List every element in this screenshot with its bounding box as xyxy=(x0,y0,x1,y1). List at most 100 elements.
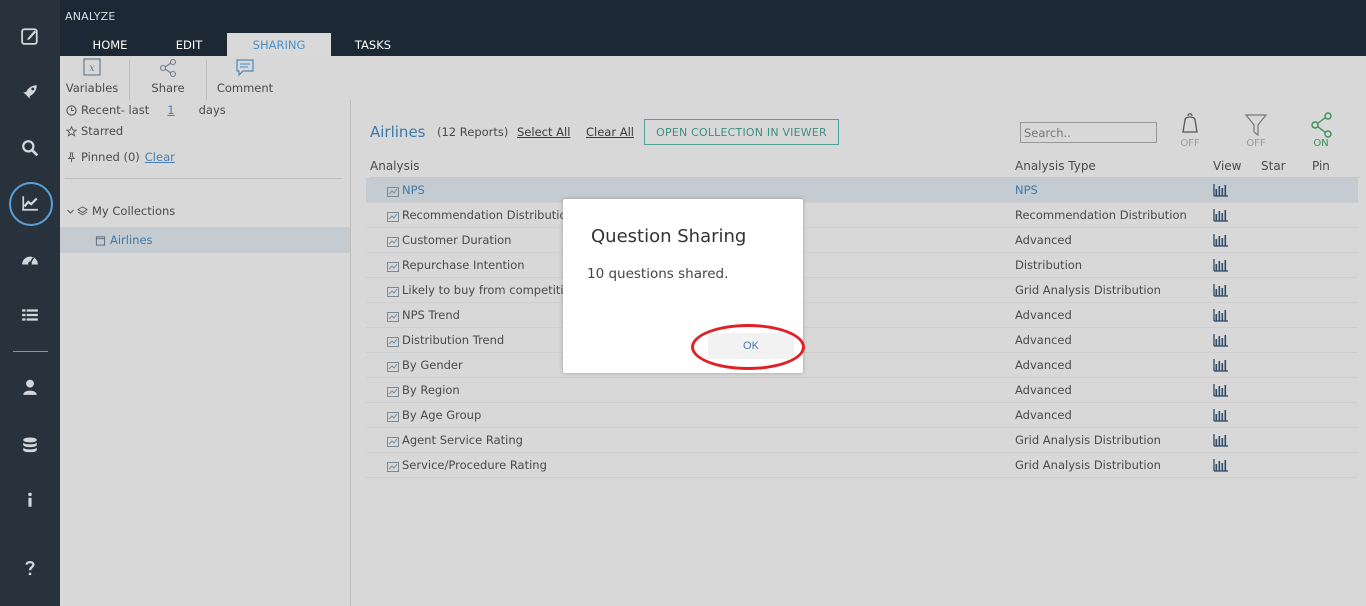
view-chart-icon[interactable] xyxy=(1213,408,1229,422)
view-chart-icon[interactable] xyxy=(1213,208,1229,222)
edit-icon[interactable] xyxy=(0,16,60,56)
bell-state: OFF xyxy=(1180,138,1200,149)
analysis-icon xyxy=(387,386,399,397)
left-nav-rail xyxy=(0,0,60,606)
starred-label: Starred xyxy=(81,124,124,138)
analysis-name[interactable]: Distribution Trend xyxy=(402,333,504,347)
analysis-name[interactable]: Customer Duration xyxy=(402,233,511,247)
recent-filter[interactable]: Recent- last 1 days xyxy=(66,103,226,117)
notifications-toggle[interactable]: OFF xyxy=(1172,112,1208,149)
list-icon[interactable] xyxy=(0,295,60,335)
table-row[interactable]: Recommendation Distributio Recommendation… xyxy=(366,203,1358,228)
clear-all-link[interactable]: Clear All xyxy=(586,125,634,139)
database-icon[interactable] xyxy=(0,425,60,465)
col-pin: Pin xyxy=(1312,159,1330,173)
view-chart-icon[interactable] xyxy=(1213,258,1229,272)
select-all-link[interactable]: Select All xyxy=(517,125,570,139)
layers-icon xyxy=(77,205,88,215)
table-row[interactable]: By Region Advanced xyxy=(366,378,1358,403)
table-row[interactable]: Repurchase Intention Distribution xyxy=(366,253,1358,278)
rocket-icon[interactable] xyxy=(0,72,60,112)
analysis-name[interactable]: NPS Trend xyxy=(402,308,460,322)
comment-button[interactable]: Comment xyxy=(214,56,276,100)
table-row[interactable]: By Age Group Advanced xyxy=(366,403,1358,428)
table-row[interactable]: Customer Duration Advanced xyxy=(366,228,1358,253)
tab-home[interactable]: HOME xyxy=(80,33,140,56)
days-label: days xyxy=(198,103,226,117)
table-header: Analysis Analysis Type View Star Pin xyxy=(370,158,1360,178)
view-chart-icon[interactable] xyxy=(1213,358,1229,372)
table-row[interactable]: NPS NPS xyxy=(366,178,1358,203)
collection-item-airlines[interactable]: Airlines xyxy=(60,227,350,253)
tab-sharing[interactable]: SHARING xyxy=(227,33,331,56)
analyze-chart-icon[interactable] xyxy=(0,182,60,226)
col-analysis-type[interactable]: Analysis Type xyxy=(1015,159,1096,173)
sharing-toggle[interactable]: ON xyxy=(1303,112,1339,149)
col-analysis[interactable]: Analysis xyxy=(370,159,419,173)
pinned-filter[interactable]: Pinned (0) Clear xyxy=(66,150,175,164)
table-row[interactable]: NPS Trend Advanced xyxy=(366,303,1358,328)
analysis-name[interactable]: By Gender xyxy=(402,358,463,372)
variables-button[interactable]: x Variables xyxy=(64,56,120,100)
tab-edit[interactable]: EDIT xyxy=(160,33,218,56)
filter-toggle[interactable]: OFF xyxy=(1238,112,1274,149)
chevron-down-icon xyxy=(67,209,74,214)
help-icon[interactable] xyxy=(0,548,60,588)
share-icon xyxy=(159,58,177,78)
table-row[interactable]: Distribution Trend Advanced xyxy=(366,328,1358,353)
table-row[interactable]: Service/Procedure Rating Grid Analysis Di… xyxy=(366,453,1358,478)
view-chart-icon[interactable] xyxy=(1213,308,1229,322)
analysis-name[interactable]: By Region xyxy=(402,383,460,397)
analysis-icon xyxy=(387,461,399,472)
analysis-name[interactable]: Likely to buy from competiti xyxy=(402,283,564,297)
panel-divider xyxy=(65,178,342,179)
analysis-name[interactable]: By Age Group xyxy=(402,408,481,422)
ribbon-toolbar: x Variables Share Comment xyxy=(60,56,1366,100)
variables-label: Variables xyxy=(65,81,119,95)
star-icon xyxy=(66,125,77,137)
collections-panel: Recent- last 1 days Starred Pinned (0) C… xyxy=(60,100,351,606)
variables-icon: x xyxy=(83,58,101,76)
collection-label: Airlines xyxy=(110,233,153,247)
table-row[interactable]: By Gender Advanced xyxy=(366,353,1358,378)
view-chart-icon[interactable] xyxy=(1213,183,1229,197)
clear-pinned-link[interactable]: Clear xyxy=(145,150,175,164)
analysis-type: Grid Analysis Distribution xyxy=(1015,433,1161,447)
analysis-name[interactable]: Service/Procedure Rating xyxy=(402,458,547,472)
my-collections-label: My Collections xyxy=(92,204,176,218)
view-chart-icon[interactable] xyxy=(1213,458,1229,472)
top-header: ANALYZE HOME EDIT SHARING TASKS xyxy=(60,0,1366,56)
recent-days-input[interactable]: 1 xyxy=(167,103,174,117)
dashboard-icon[interactable] xyxy=(0,240,60,280)
analysis-name[interactable]: Recommendation Distributio xyxy=(402,208,567,222)
analysis-type: NPS xyxy=(1015,183,1038,197)
view-chart-icon[interactable] xyxy=(1213,233,1229,247)
view-chart-icon[interactable] xyxy=(1213,333,1229,347)
filter-state: OFF xyxy=(1246,138,1266,149)
search-icon[interactable] xyxy=(0,128,60,168)
analysis-name[interactable]: NPS xyxy=(402,183,425,197)
user-icon[interactable] xyxy=(0,367,60,407)
info-icon[interactable] xyxy=(0,480,60,520)
view-chart-icon[interactable] xyxy=(1213,433,1229,447)
recent-label: Recent- last xyxy=(81,103,150,117)
open-collection-button[interactable]: OPEN COLLECTION IN VIEWER xyxy=(644,119,839,145)
search-input[interactable] xyxy=(1020,122,1157,143)
share-button[interactable]: Share xyxy=(144,56,192,100)
analysis-name[interactable]: Agent Service Rating xyxy=(402,433,523,447)
analysis-name[interactable]: Repurchase Intention xyxy=(402,258,525,272)
analysis-type: Grid Analysis Distribution xyxy=(1015,283,1161,297)
ok-button[interactable]: OK xyxy=(708,333,794,359)
table-row[interactable]: Agent Service Rating Grid Analysis Distri… xyxy=(366,428,1358,453)
share-state: ON xyxy=(1313,138,1329,149)
analysis-type: Advanced xyxy=(1015,358,1072,372)
table-row[interactable]: Likely to buy from competiti Grid Analysi… xyxy=(366,278,1358,303)
question-sharing-dialog: Question Sharing 10 questions shared. OK xyxy=(563,199,803,373)
analysis-icon xyxy=(387,336,399,347)
analysis-icon xyxy=(387,236,399,247)
view-chart-icon[interactable] xyxy=(1213,383,1229,397)
tab-tasks[interactable]: TASKS xyxy=(343,33,403,56)
starred-filter[interactable]: Starred xyxy=(66,124,123,138)
my-collections-node[interactable]: My Collections xyxy=(66,204,175,218)
view-chart-icon[interactable] xyxy=(1213,283,1229,297)
